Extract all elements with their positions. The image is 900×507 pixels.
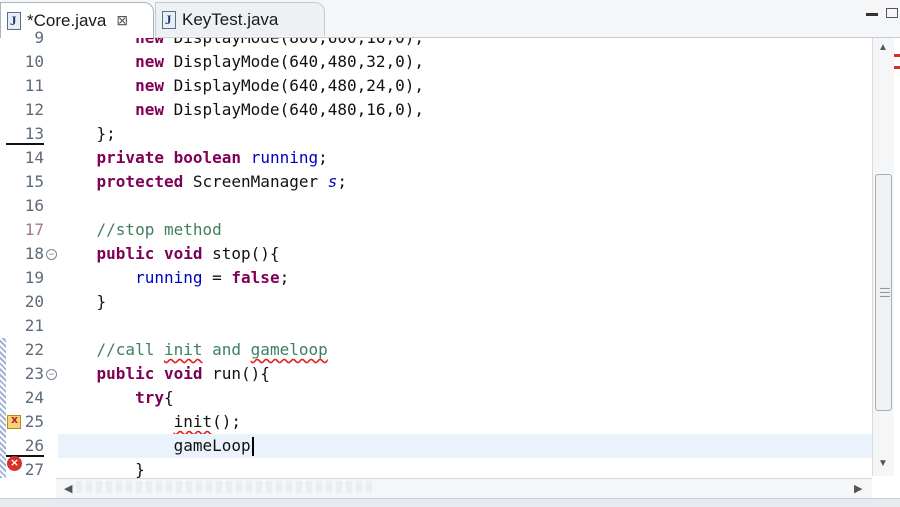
fold-collapse-icon[interactable]: − [46, 369, 57, 380]
line-number: 17 [24, 220, 44, 239]
code-line: }; [96, 124, 116, 143]
line-number: 12 [24, 100, 44, 119]
code-line: init(); [173, 412, 242, 431]
line-number: 22 [24, 340, 44, 359]
line-number-gutter: 9 10 11 12 13 14 15 16 17 18 − 19 20 21 … [6, 28, 57, 479]
code-editor[interactable]: new DisplayMode(800,600,16,0), new Displ… [58, 38, 872, 478]
java-file-icon: J [162, 10, 176, 29]
scroll-down-icon[interactable]: ▼ [878, 458, 888, 469]
line-number: 11 [24, 76, 44, 95]
text-caret [251, 437, 254, 456]
code-line: new DisplayMode(800,600,16,0), [58, 38, 424, 50]
quickfix-warning-icon[interactable] [7, 413, 21, 429]
minimize-icon[interactable] [866, 13, 878, 16]
code-line: new DisplayMode(640,480,16,0), [135, 100, 425, 119]
fold-collapse-icon[interactable]: − [46, 249, 57, 260]
scroll-right-icon[interactable]: ▶ [854, 482, 862, 495]
line-number: 9 [34, 28, 44, 47]
grip-icon: — — — [880, 283, 890, 302]
tab-label: KeyTest.java [182, 9, 279, 29]
line-number: 16 [24, 196, 44, 215]
scroll-left-icon[interactable]: ◀ [64, 482, 72, 495]
current-code-line: gameLoop [58, 434, 872, 458]
scroll-track [76, 481, 376, 493]
line-number: 26 [6, 434, 44, 457]
line-number: 20 [24, 292, 44, 311]
vertical-scrollbar[interactable]: ▲ — — — ▼ [872, 38, 895, 476]
line-number: 19 [24, 268, 44, 287]
code-line: //call init and gameloop [96, 340, 328, 359]
code-line: public void run(){ [96, 364, 270, 383]
scroll-up-icon[interactable]: ▲ [878, 42, 888, 53]
code-line: private boolean running; [96, 148, 328, 167]
code-line: running = false; [135, 268, 290, 287]
error-overview-marker[interactable] [894, 66, 900, 69]
overview-ruler[interactable] [894, 38, 900, 476]
code-line: try{ [135, 388, 174, 407]
error-overview-marker[interactable] [894, 54, 900, 57]
line-number: 13 [6, 122, 44, 145]
close-icon[interactable]: ⊠ [116, 12, 128, 29]
line-number: 14 [24, 148, 44, 167]
code-line: protected ScreenManager s; [96, 172, 348, 191]
tab-keytest-java[interactable]: J KeyTest.java [155, 2, 325, 36]
editor-tab-bar: J *Core.java ⊠ J KeyTest.java [0, 0, 900, 38]
line-number: 10 [24, 52, 44, 71]
code-line: //stop method [96, 220, 222, 239]
line-number: 23 [24, 364, 44, 383]
line-number: 21 [24, 316, 44, 335]
line-number: 15 [24, 172, 44, 191]
maximize-icon[interactable] [886, 8, 898, 18]
scroll-thumb[interactable]: — — — [875, 174, 892, 411]
line-number: 18 [24, 244, 44, 263]
code-line: } [96, 292, 107, 311]
error-icon[interactable]: × [7, 456, 22, 471]
line-number: 24 [24, 388, 44, 407]
code-line: new DisplayMode(640,480,24,0), [135, 76, 425, 95]
code-line: new DisplayMode(640,480,32,0), [135, 52, 425, 71]
code-line: } [135, 460, 145, 478]
code-line: public void stop(){ [96, 244, 280, 263]
horizontal-scrollbar[interactable]: ◀ ▶ [56, 478, 872, 499]
